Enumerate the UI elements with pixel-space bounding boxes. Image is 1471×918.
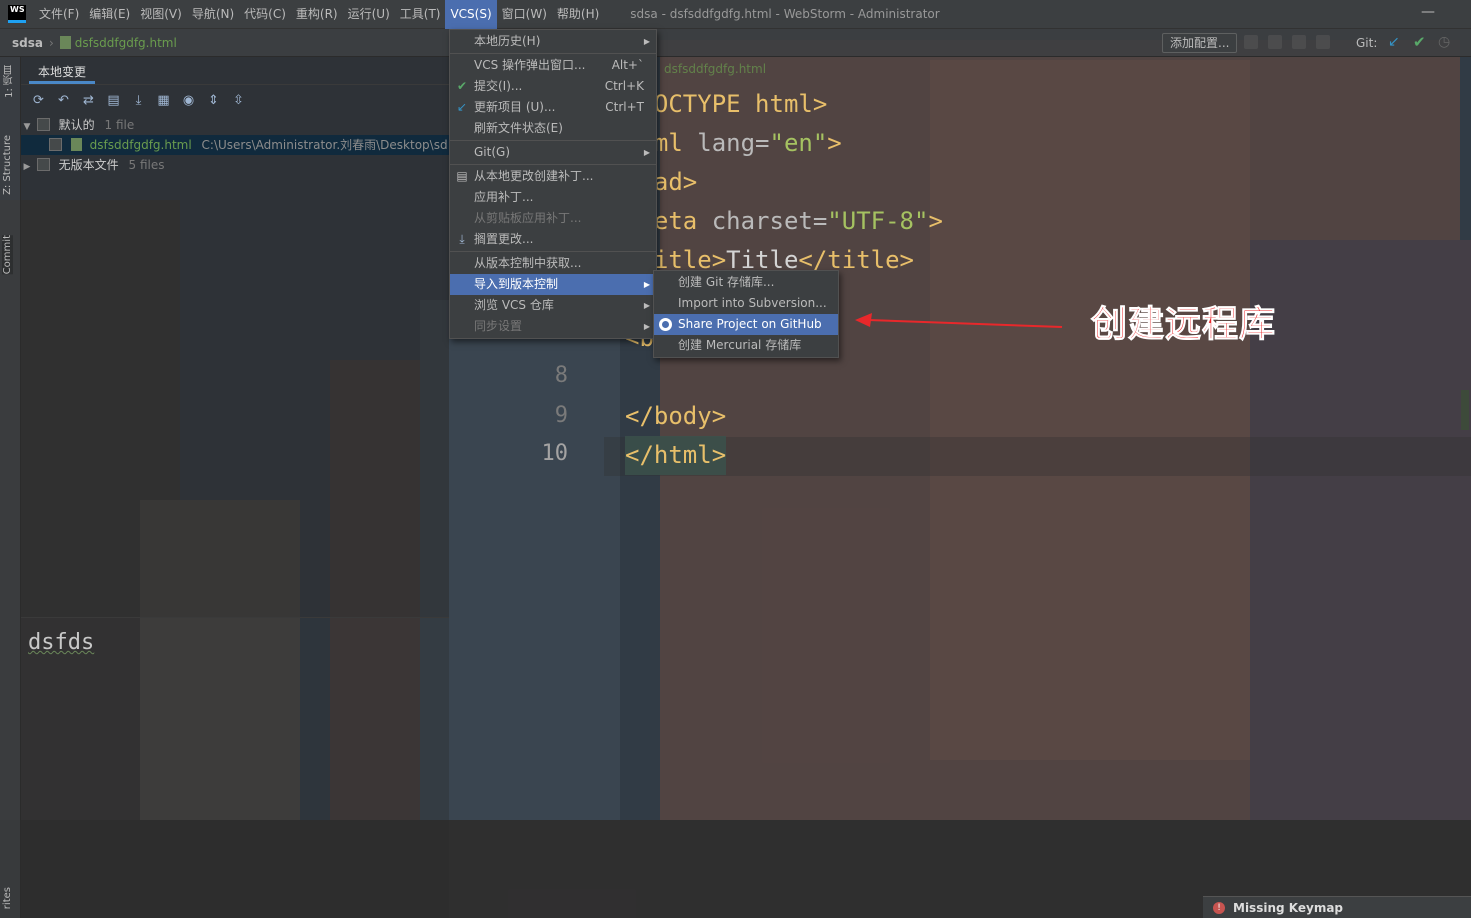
annotation-arrow <box>855 313 1063 328</box>
annotation-label: 创建远程库 <box>1090 304 1277 346</box>
